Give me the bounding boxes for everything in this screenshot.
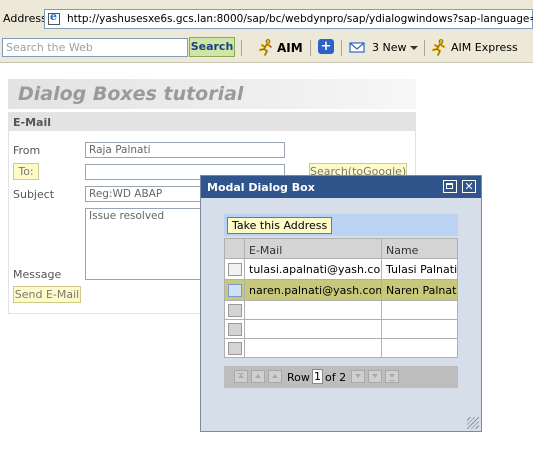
toolbar-separator <box>341 40 342 56</box>
modal-toolbar: Take this Address <box>224 214 458 236</box>
last-page-icon[interactable] <box>385 370 399 383</box>
subject-label: Subject <box>13 188 55 201</box>
toolbar-separator <box>310 40 311 56</box>
modal-body: Take this Address E-Mail Name tulasi.apa… <box>201 198 481 431</box>
next-page-icon[interactable] <box>368 370 382 383</box>
address-input[interactable]: http://yashusesxe6s.gcs.lan:8000/sap/bc/… <box>44 9 533 29</box>
page-header: Dialog Boxes tutorial <box>8 79 416 109</box>
table-pager: Row 1 of 2 <box>224 366 458 388</box>
web-search-input[interactable]: Search the Web <box>2 38 188 57</box>
chevron-down-icon[interactable] <box>410 46 418 50</box>
address-label: Address <box>3 12 47 25</box>
resize-grip-icon[interactable] <box>467 417 479 429</box>
from-label: From <box>13 144 41 157</box>
row-selector[interactable] <box>224 259 245 280</box>
row-select-box[interactable] <box>228 323 242 336</box>
table-cell-empty <box>382 301 458 320</box>
send-email-button[interactable]: Send E-Mail <box>13 286 81 303</box>
web-search-button[interactable]: Search <box>189 37 235 57</box>
close-icon[interactable]: ✕ <box>462 180 476 193</box>
modal-title-bar[interactable]: Modal Dialog Box ✕ <box>201 176 481 198</box>
maximize-icon[interactable] <box>443 180 457 193</box>
row-selector[interactable] <box>224 301 245 320</box>
row-selector[interactable] <box>224 280 245 301</box>
browser-toolbar: Search the Web Search AIM + 3 New AIM Ex… <box>0 36 533 63</box>
address-bar: Address http://yashusesxe6s.gcs.lan:8000… <box>0 0 533 36</box>
message-label: Message <box>13 268 62 281</box>
table-cell-empty <box>382 320 458 339</box>
column-header-name[interactable]: Name <box>382 238 458 259</box>
pager-total-label: of 2 <box>325 371 347 384</box>
to-button[interactable]: To: <box>13 163 39 180</box>
row-select-box[interactable] <box>228 263 242 276</box>
table-cell-empty <box>245 320 382 339</box>
row-select-box[interactable] <box>228 284 242 297</box>
column-header-email[interactable]: E-Mail <box>245 238 382 259</box>
table-cell-email[interactable]: tulasi.apalnati@yash.com <box>245 259 382 280</box>
table-cell-empty <box>245 301 382 320</box>
aim-express-icon[interactable] <box>431 39 447 56</box>
table-cell-empty <box>245 339 382 358</box>
pager-row-label: Row <box>287 371 310 384</box>
aim-label[interactable]: AIM <box>277 41 303 55</box>
first-page-icon[interactable] <box>234 370 248 383</box>
modal-title: Modal Dialog Box <box>207 181 315 194</box>
toolbar-separator <box>241 40 242 56</box>
mail-count-label[interactable]: 3 New <box>372 41 407 54</box>
modal-dialog: Modal Dialog Box ✕ Take this Address E-M… <box>200 175 482 432</box>
previous-page-icon[interactable] <box>251 370 265 383</box>
row-selector[interactable] <box>224 320 245 339</box>
mail-icon[interactable] <box>349 40 365 54</box>
row-select-box[interactable] <box>228 304 242 317</box>
from-field[interactable]: Raja Palnati <box>85 142 285 158</box>
row-selector[interactable] <box>224 339 245 358</box>
previous-row-icon[interactable] <box>268 370 282 383</box>
address-url: http://yashusesxe6s.gcs.lan:8000/sap/bc/… <box>67 13 533 25</box>
next-row-icon[interactable] <box>351 370 365 383</box>
table-cell-email[interactable]: naren.palnati@yash.com <box>245 280 382 301</box>
table-cell-name[interactable]: Naren Palnati <box>382 280 458 301</box>
email-group-header: E-Mail <box>9 113 415 131</box>
toolbar-separator <box>424 40 425 56</box>
aim-express-label[interactable]: AIM Express <box>451 41 518 54</box>
pager-row-input[interactable]: 1 <box>312 369 323 384</box>
table-cell-name[interactable]: Tulasi Palnati <box>382 259 458 280</box>
page-title: Dialog Boxes tutorial <box>18 83 244 105</box>
aim-running-man-icon[interactable] <box>258 39 274 56</box>
table-cell-empty <box>382 339 458 358</box>
email-group-title: E-Mail <box>13 116 51 129</box>
row-select-box[interactable] <box>228 342 242 355</box>
plus-icon[interactable]: + <box>318 39 334 54</box>
take-address-button[interactable]: Take this Address <box>227 217 333 234</box>
select-all-cell[interactable] <box>224 238 245 259</box>
page-icon <box>48 10 60 25</box>
